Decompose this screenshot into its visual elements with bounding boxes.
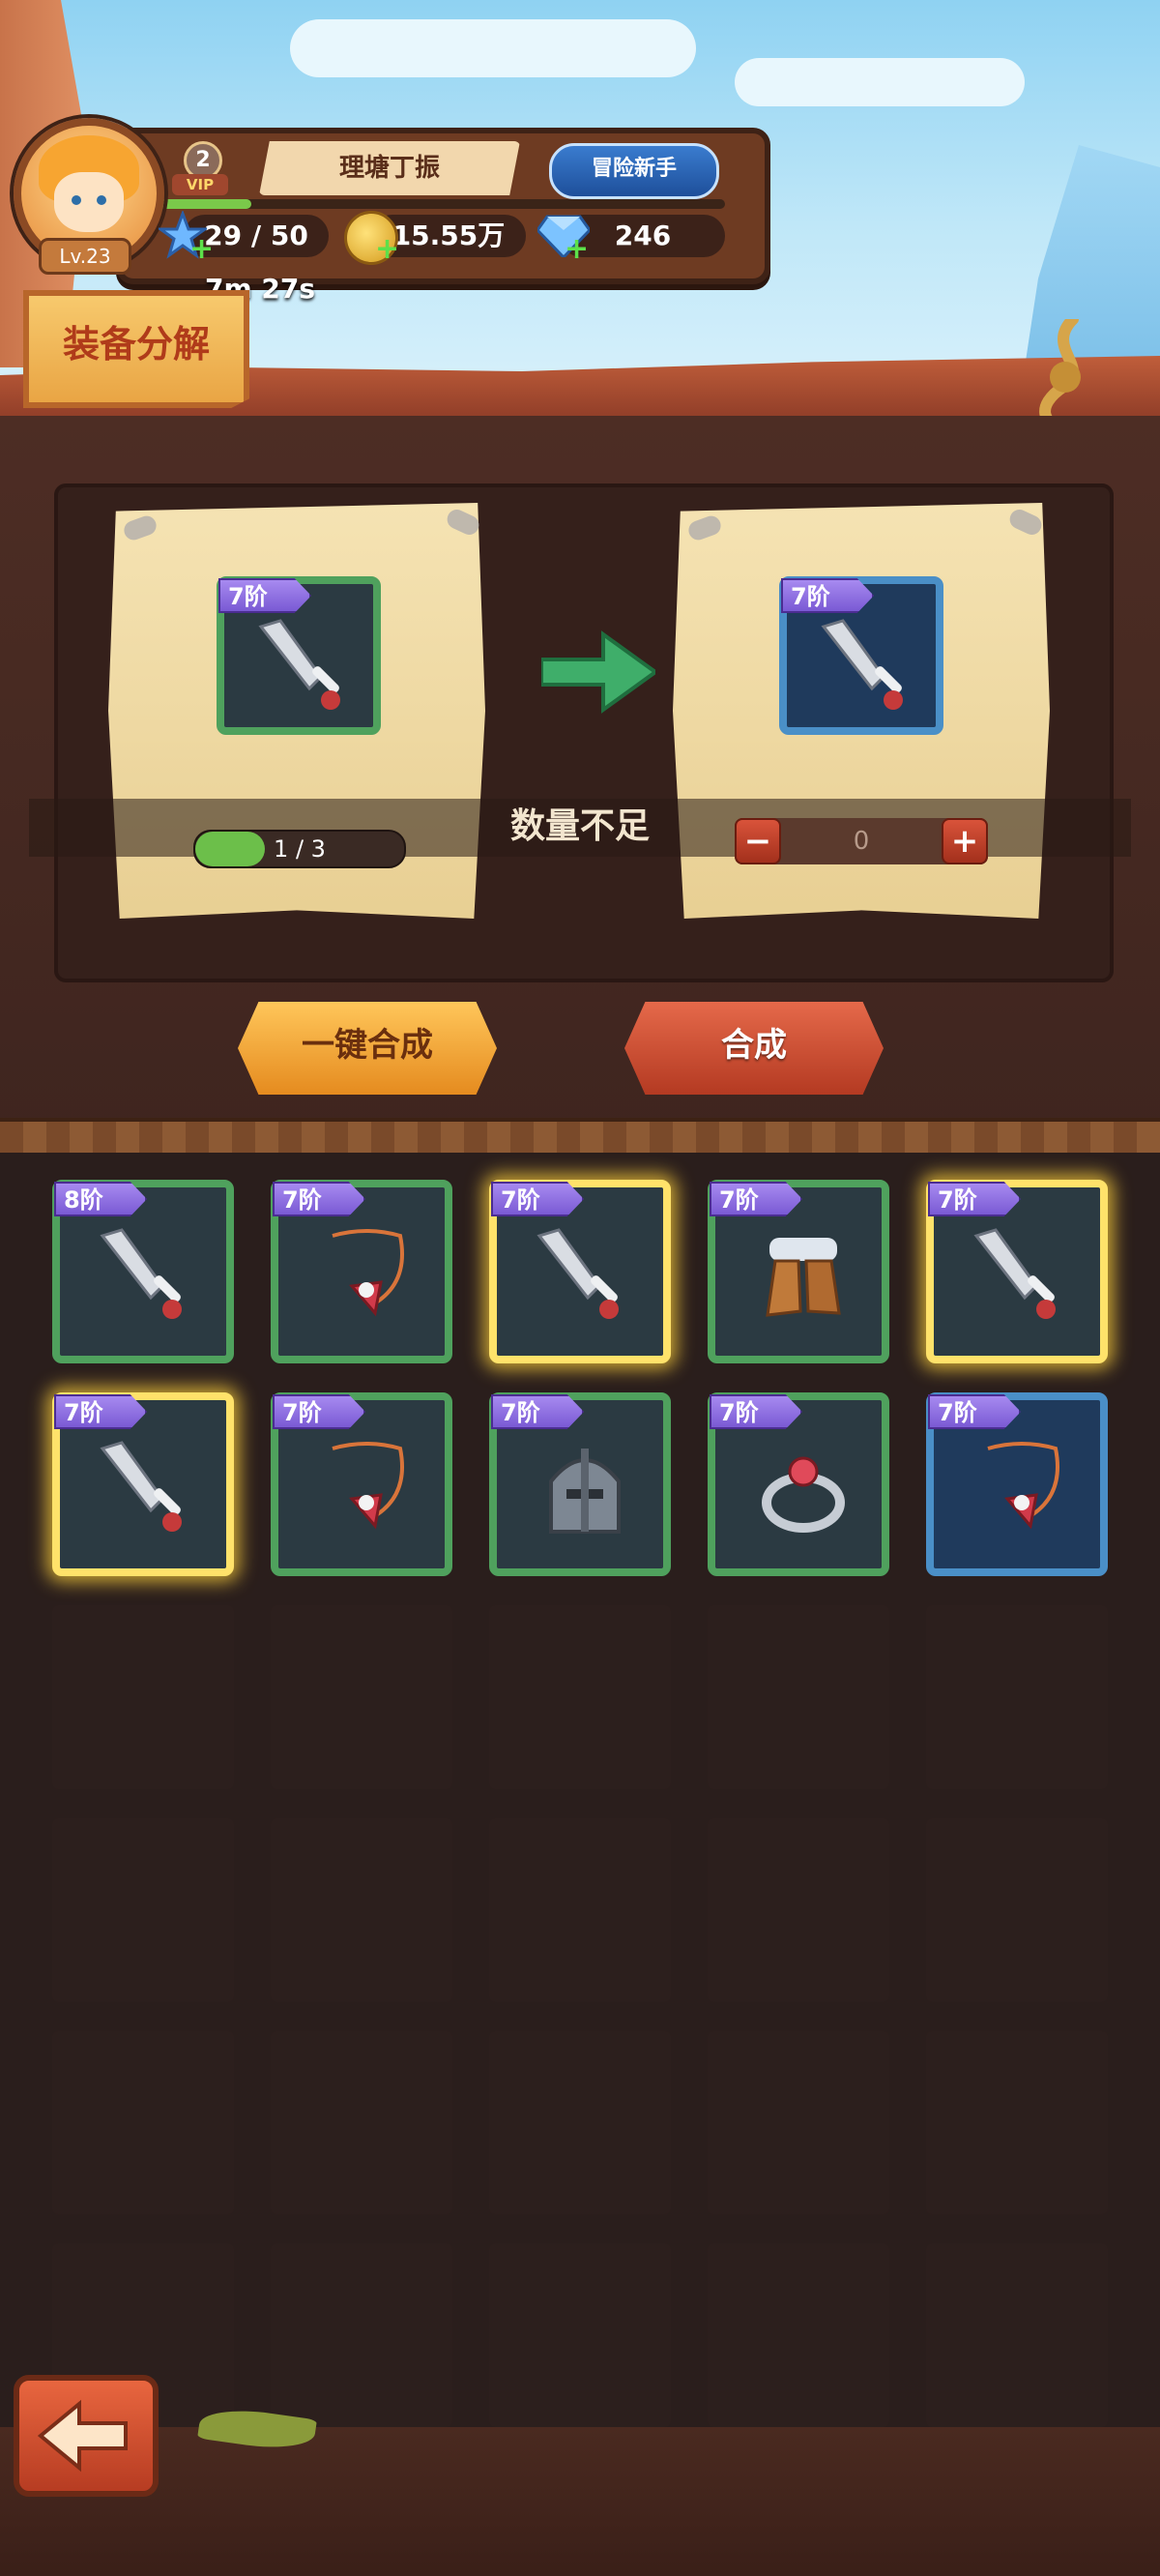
increase-button[interactable]: +: [942, 818, 988, 864]
sword-icon: [973, 1228, 1056, 1319]
page-title: 装备分解: [23, 290, 249, 408]
right-arrow-icon: [541, 630, 655, 714]
tier-badge: 7阶: [928, 1182, 1021, 1216]
synthesize-button[interactable]: 合成: [624, 1002, 884, 1095]
sword-icon: [258, 619, 340, 710]
inventory-item-slot[interactable]: 7阶: [708, 1180, 889, 1363]
tier-badge: 7阶: [491, 1182, 584, 1216]
empty-inventory-slot: [708, 2031, 889, 2214]
amulet-icon: [332, 1229, 404, 1317]
tier-badge: 7阶: [218, 578, 311, 613]
inventory-item-slot[interactable]: 7阶: [271, 1392, 452, 1576]
player-level: Lv.23: [39, 238, 131, 275]
add-stamina-button[interactable]: +: [189, 235, 214, 264]
inventory-item-slot[interactable]: 7阶: [489, 1392, 671, 1576]
empty-inventory-slot: [52, 2031, 234, 2214]
empty-inventory-slot: [926, 1605, 1108, 1789]
helmet-icon: [549, 1449, 621, 1534]
tier-badge: 7阶: [781, 578, 874, 613]
empty-inventory-slot: [708, 1605, 889, 1789]
boots-icon: [766, 1238, 841, 1317]
inventory-item-slot[interactable]: 7阶: [52, 1392, 234, 1576]
sword-icon: [536, 1228, 619, 1319]
inventory-item-slot[interactable]: 7阶: [926, 1180, 1108, 1363]
tier-badge: 7阶: [710, 1182, 802, 1216]
inventory-item-slot[interactable]: 7阶: [271, 1180, 452, 1363]
quantity-value: 0: [853, 827, 870, 856]
add-gems-button[interactable]: +: [565, 235, 589, 264]
empty-inventory-slot: [271, 2031, 452, 2214]
inventory-grid: 8阶 7阶 7阶 7阶 7阶 7阶 7阶 7阶 7阶 7阶: [0, 1153, 1160, 2429]
empty-inventory-slot: [489, 1605, 671, 1789]
tier-badge: 7阶: [928, 1394, 1021, 1429]
insufficient-status: 数量不足: [509, 806, 650, 846]
material-progress: 1 / 3: [193, 830, 406, 868]
inventory-item-slot[interactable]: 8阶: [52, 1180, 234, 1363]
amulet-icon: [987, 1442, 1059, 1530]
cloud: [735, 58, 1025, 106]
cloud: [290, 19, 696, 77]
source-item-slot[interactable]: 7阶: [217, 576, 381, 735]
vip-label: VIP: [172, 174, 228, 195]
sword-icon: [100, 1441, 182, 1532]
quantity-stepper: − 0 +: [735, 818, 988, 864]
back-button[interactable]: [14, 2375, 159, 2497]
back-arrow-icon: [37, 2399, 128, 2473]
empty-inventory-slot: [52, 1605, 234, 1789]
inventory-item-slot[interactable]: 7阶: [926, 1392, 1108, 1576]
empty-inventory-slot: [489, 2243, 671, 2427]
sword-icon: [100, 1228, 182, 1319]
tier-badge: 7阶: [273, 1182, 365, 1216]
player-name: 理塘丁振: [259, 141, 520, 195]
vip-badge[interactable]: 2 VIP: [162, 135, 238, 199]
tier-badge: 7阶: [710, 1394, 802, 1429]
decrease-button[interactable]: −: [735, 818, 781, 864]
tier-badge: 7阶: [491, 1394, 584, 1429]
empty-inventory-slot: [926, 1818, 1108, 2002]
avatar-face: [54, 172, 124, 232]
avatar-eye: [97, 195, 106, 205]
sword-icon: [821, 619, 903, 710]
player-title-badge[interactable]: 冒险新手: [549, 143, 719, 199]
empty-inventory-slot: [926, 2243, 1108, 2427]
empty-inventory-slot: [708, 2243, 889, 2427]
empty-inventory-slot: [271, 1605, 452, 1789]
ring-icon: [762, 1456, 845, 1533]
tier-badge: 7阶: [54, 1394, 147, 1429]
footer-ground: [0, 2427, 1160, 2576]
xp-bar: [155, 199, 725, 209]
empty-inventory-slot: [271, 2243, 452, 2427]
xp-fill: [155, 199, 252, 209]
inventory-item-slot[interactable]: 7阶: [489, 1180, 671, 1363]
empty-inventory-slot: [489, 2031, 671, 2214]
one-click-synthesize-button[interactable]: 一键合成: [238, 1002, 497, 1095]
empty-inventory-slot: [52, 1818, 234, 2002]
add-gold-button[interactable]: +: [375, 235, 399, 264]
avatar-eye: [72, 195, 81, 205]
target-item-slot[interactable]: 7阶: [779, 576, 943, 735]
progress-label: 1 / 3: [274, 835, 326, 863]
empty-inventory-slot: [271, 1818, 452, 2002]
empty-inventory-slot: [708, 1818, 889, 2002]
tier-badge: 7阶: [273, 1394, 365, 1429]
empty-inventory-slot: [489, 1818, 671, 2002]
amulet-icon: [332, 1442, 404, 1530]
inventory-item-slot[interactable]: 7阶: [708, 1392, 889, 1576]
tier-badge: 8阶: [54, 1182, 147, 1216]
empty-inventory-slot: [926, 2031, 1108, 2214]
